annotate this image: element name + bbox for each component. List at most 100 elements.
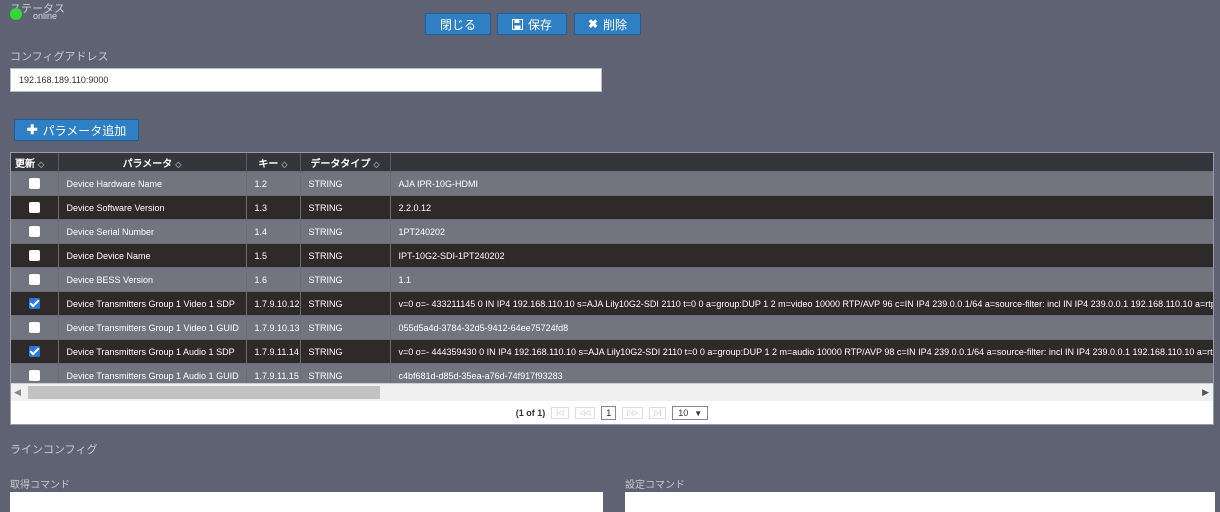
cell-value: v=0 o=- 444359430 0 IN IP4 192.168.110.1… bbox=[390, 339, 1213, 364]
cell-parameter: Device Transmitters Group 1 Video 1 GUID bbox=[58, 315, 247, 340]
delete-icon: ✖ bbox=[587, 17, 599, 31]
plus-icon: ✚ bbox=[26, 122, 38, 137]
cell-parameter: Device Software Version bbox=[58, 195, 247, 220]
cell-data-type: STRING bbox=[300, 291, 391, 316]
table-row[interactable]: Device Transmitters Group 1 Video 1 SDP 1… bbox=[11, 291, 1213, 316]
add-parameter-label: パラメータ追加 bbox=[42, 123, 127, 138]
cell-data-type: STRING bbox=[300, 243, 391, 268]
table-row[interactable]: Device Hardware Name 1.2 STRING AJA IPR-10G… bbox=[11, 171, 1213, 196]
table-row[interactable]: Device Transmitters Group 1 Audio 1 SDP 1… bbox=[11, 339, 1213, 364]
update-checkbox[interactable] bbox=[28, 178, 40, 190]
cell-data-type: STRING bbox=[300, 171, 391, 196]
sort-icon: ◇ bbox=[175, 159, 182, 169]
scroll-right-icon[interactable]: ▶ bbox=[1202, 387, 1209, 398]
cell-key: 1.2 bbox=[246, 171, 301, 196]
cell-key: 1.4 bbox=[246, 219, 301, 244]
cell-data-type: STRING bbox=[300, 267, 391, 292]
update-cell[interactable] bbox=[11, 291, 59, 316]
cell-value: 055d5a4d-3784-32d5-9412-64ee75724fd8 bbox=[390, 315, 1213, 340]
sort-icon: ◇ bbox=[373, 159, 380, 169]
sort-icon: ◇ bbox=[38, 159, 45, 169]
set-command-input[interactable] bbox=[625, 492, 1215, 512]
update-cell[interactable] bbox=[11, 243, 59, 268]
page-info: (1 of 1) bbox=[515, 408, 546, 418]
cell-data-type: STRING bbox=[300, 339, 391, 364]
cell-key: 1.5 bbox=[246, 243, 301, 268]
update-checkbox[interactable] bbox=[28, 346, 40, 358]
update-checkbox[interactable] bbox=[28, 298, 40, 310]
line-config-label: ラインコンフィグ bbox=[10, 444, 98, 456]
get-command-input[interactable] bbox=[10, 492, 603, 512]
first-page-button[interactable]: |◁ bbox=[551, 407, 569, 419]
set-command-label: 設定コマンド bbox=[625, 480, 685, 491]
status-indicator-icon bbox=[10, 8, 22, 20]
pagination: (1 of 1) |◁ ◁◁ 1 ▷▷ ▷| 10 ▼ bbox=[11, 401, 1213, 424]
update-checkbox[interactable] bbox=[28, 274, 40, 286]
close-button[interactable]: 閉じる bbox=[425, 13, 491, 35]
last-page-button[interactable]: ▷| bbox=[649, 407, 667, 419]
column-header-key[interactable]: キー ◇ bbox=[246, 153, 301, 172]
cell-parameter: Device Serial Number bbox=[58, 219, 247, 244]
update-checkbox[interactable] bbox=[28, 250, 40, 262]
status-text: online bbox=[33, 11, 58, 21]
scrollbar-thumb[interactable] bbox=[28, 386, 380, 399]
update-cell[interactable] bbox=[11, 219, 59, 244]
update-cell[interactable] bbox=[11, 339, 59, 364]
cell-value: 1PT240202 bbox=[390, 219, 1213, 244]
cell-parameter: Device Hardware Name bbox=[58, 171, 247, 196]
config-address-label: コンフィグアドレス bbox=[10, 51, 109, 63]
horizontal-scrollbar[interactable]: ◀ ▶ bbox=[11, 383, 1213, 401]
cell-value: AJA IPR-10G-HDMI bbox=[390, 171, 1213, 196]
update-checkbox[interactable] bbox=[28, 226, 40, 238]
update-cell[interactable] bbox=[11, 267, 59, 292]
prev-page-button[interactable]: ◁◁ bbox=[574, 407, 596, 419]
table-row[interactable]: Device Device Name 1.5 STRING IPT-10G2-SDI-… bbox=[11, 243, 1213, 268]
save-button-label: 保存 bbox=[527, 17, 552, 32]
column-header-parameter[interactable]: パラメータ ◇ bbox=[58, 153, 247, 172]
cell-value: IPT-10G2-SDI-1PT240202 bbox=[390, 243, 1213, 268]
next-page-button[interactable]: ▷▷ bbox=[622, 407, 644, 419]
cell-value: 1.1 bbox=[390, 267, 1213, 292]
update-checkbox[interactable] bbox=[28, 370, 40, 382]
current-page-button[interactable]: 1 bbox=[601, 406, 617, 420]
update-checkbox[interactable] bbox=[28, 322, 40, 334]
cell-value: v=0 o=- 433211145 0 IN IP4 192.168.110.1… bbox=[390, 291, 1213, 316]
cell-parameter: Device Transmitters Group 1 Video 1 SDP bbox=[58, 291, 247, 316]
update-cell[interactable] bbox=[11, 195, 59, 220]
rows-per-page-select[interactable]: 10 ▼ bbox=[672, 406, 709, 420]
table-row[interactable]: Device Software Version 1.3 STRING 2.2.0.12 bbox=[11, 195, 1213, 220]
column-header-data-type[interactable]: データタイプ ◇ bbox=[300, 153, 391, 172]
add-parameter-button[interactable]: ✚ パラメータ追加 bbox=[14, 119, 139, 141]
cell-value: 2.2.0.12 bbox=[390, 195, 1213, 220]
parameter-table: 更新 ◇ パラメータ ◇ キー ◇ データタイプ ◇ Device Hardware N… bbox=[10, 152, 1214, 425]
config-address-input[interactable] bbox=[10, 68, 602, 92]
update-cell[interactable] bbox=[11, 315, 59, 340]
delete-button[interactable]: ✖ 削除 bbox=[574, 13, 641, 35]
table-row[interactable]: Device BESS Version 1.6 STRING 1.1 bbox=[11, 267, 1213, 292]
scroll-left-icon[interactable]: ◀ bbox=[14, 387, 21, 398]
cell-key: 1.7.9.11.14 bbox=[246, 339, 301, 364]
rows-per-page-value: 10 bbox=[678, 408, 689, 418]
update-cell[interactable] bbox=[11, 171, 59, 196]
update-checkbox[interactable] bbox=[28, 202, 40, 214]
column-header-update[interactable]: 更新 ◇ bbox=[11, 153, 59, 172]
sort-icon: ◇ bbox=[281, 159, 288, 169]
cell-data-type: STRING bbox=[300, 195, 391, 220]
chevron-down-icon: ▼ bbox=[694, 408, 703, 418]
table-row[interactable]: Device Serial Number 1.4 STRING 1PT240202 bbox=[11, 219, 1213, 244]
cell-data-type: STRING bbox=[300, 219, 391, 244]
cell-parameter: Device Device Name bbox=[58, 243, 247, 268]
table-row[interactable]: Device Transmitters Group 1 Video 1 GUID… bbox=[11, 315, 1213, 340]
column-header-value bbox=[390, 153, 1213, 172]
delete-button-label: 削除 bbox=[603, 17, 628, 32]
cell-parameter: Device BESS Version bbox=[58, 267, 247, 292]
save-icon bbox=[511, 18, 523, 30]
save-button[interactable]: 保存 bbox=[497, 13, 567, 35]
get-command-label: 取得コマンド bbox=[10, 480, 70, 491]
cell-key: 1.3 bbox=[246, 195, 301, 220]
cell-key: 1.7.9.10.12 bbox=[246, 291, 301, 316]
cell-parameter: Device Transmitters Group 1 Audio 1 SDP bbox=[58, 339, 247, 364]
cell-key: 1.6 bbox=[246, 267, 301, 292]
cell-data-type: STRING bbox=[300, 315, 391, 340]
table-header-row: 更新 ◇ パラメータ ◇ キー ◇ データタイプ ◇ bbox=[11, 153, 1213, 172]
